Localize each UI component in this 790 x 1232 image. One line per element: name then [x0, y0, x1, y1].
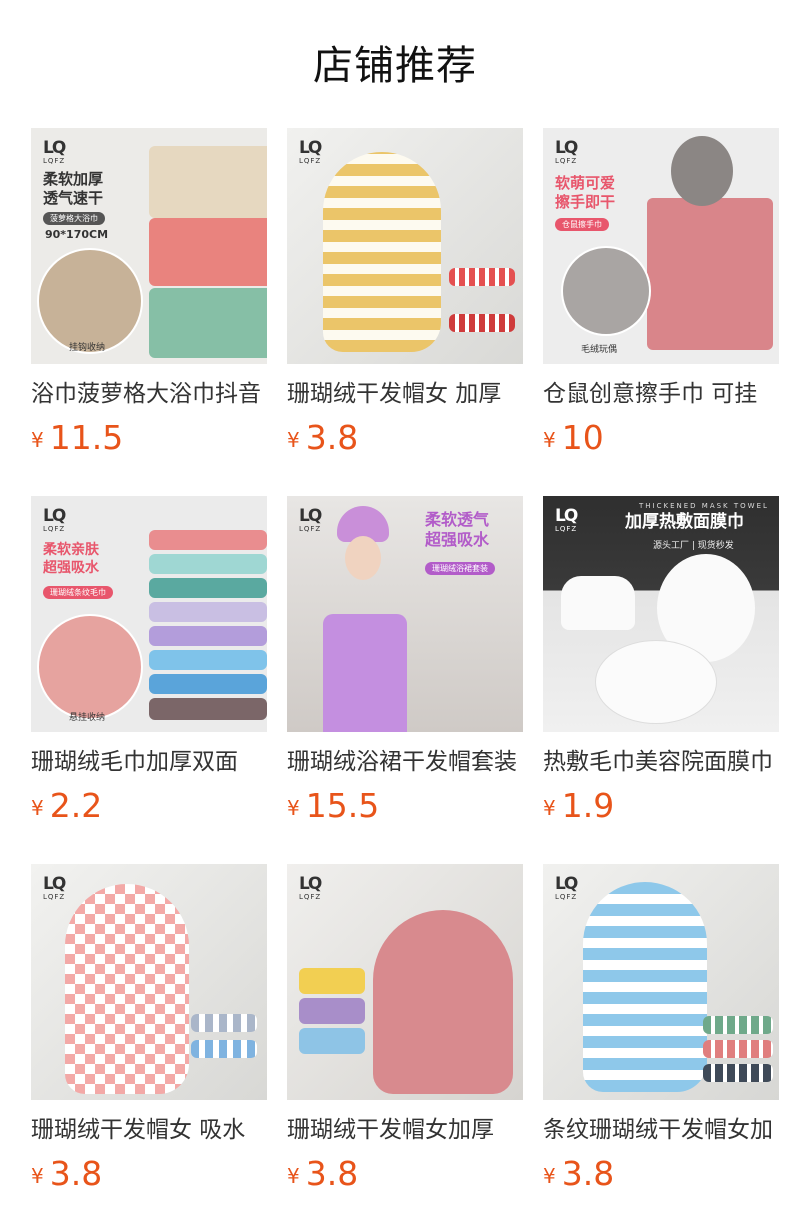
- promo-sub: 源头工厂 | 现货秒发: [653, 541, 734, 551]
- product-name[interactable]: 珊瑚绒浴裙干发帽套装: [287, 746, 523, 778]
- product-card[interactable]: LQ LQFZ 珊瑚绒干发帽女加厚 ¥3.8: [287, 864, 523, 1193]
- detail-circle: [561, 246, 651, 336]
- product-price: ¥15.5: [287, 786, 380, 825]
- promo-headline: 软萌可爱 擦手即干: [555, 174, 616, 211]
- hand-towel-pink: [647, 198, 773, 350]
- product-name[interactable]: 浴巾菠萝格大浴巾抖音: [31, 378, 267, 410]
- product-name[interactable]: 珊瑚绒干发帽女 加厚: [287, 378, 523, 410]
- product-image[interactable]: LQ LQFZ: [287, 128, 523, 364]
- towel-checker: [191, 1014, 257, 1032]
- brand-logo: LQ LQFZ: [43, 874, 66, 902]
- brand-logo: LQ LQFZ: [555, 138, 578, 166]
- product-card[interactable]: LQ LQFZ 柔软加厚 透气速干 菠萝格大浴巾 90*170CM 挂钩收纳 浴巾菠…: [31, 128, 267, 457]
- hair-cap-blue-stripe: [583, 882, 707, 1092]
- image-caption: 悬挂收纳: [69, 713, 106, 723]
- product-name[interactable]: 条纹珊瑚绒干发帽女加: [543, 1114, 779, 1146]
- english-caption: THICKENED MASK TOWEL: [639, 502, 769, 510]
- promo-headline: 柔软亲肤 超强吸水: [43, 542, 99, 576]
- detail-circle: [37, 248, 143, 354]
- towel-stripe: [703, 1016, 773, 1034]
- product-card[interactable]: LQ LQFZ 柔软透气 超强吸水 珊瑚绒浴裙套装 珊瑚绒浴裙干发帽套装 ¥15.5: [287, 496, 523, 825]
- page-title: 店铺推荐: [313, 43, 477, 89]
- towel-stack: [149, 698, 267, 720]
- product-price: ¥3.8: [287, 418, 359, 457]
- product-price: ¥3.8: [31, 1154, 103, 1193]
- brand-logo: LQ LQFZ: [555, 874, 578, 902]
- towel-stack: [149, 578, 267, 598]
- product-image[interactable]: LQ LQFZ 柔软透气 超强吸水 珊瑚绒浴裙套装: [287, 496, 523, 732]
- size-label: 90*170CM: [45, 228, 109, 241]
- product-name[interactable]: 珊瑚绒毛巾加厚双面: [31, 746, 267, 778]
- bath-skirt-purple: [323, 614, 407, 732]
- detail-circle: [37, 614, 143, 720]
- product-image[interactable]: LQ LQFZ: [287, 864, 523, 1100]
- hamster-head: [671, 136, 733, 206]
- towel-stack: [149, 674, 267, 694]
- towel-stack: [149, 530, 267, 550]
- towel-stack: [149, 602, 267, 622]
- towel-green: [149, 288, 267, 358]
- towel-red: [449, 268, 515, 286]
- product-name[interactable]: 珊瑚绒干发帽女加厚: [287, 1114, 523, 1146]
- promo-tag: 珊瑚绒浴裙套装: [425, 562, 495, 575]
- product-card[interactable]: LQ LQFZ THICKENED MASK TOWEL 加厚热敷面膜巾 源头工厂…: [543, 496, 779, 825]
- towel-blue: [299, 1028, 365, 1054]
- promo-headline: 柔软加厚 透气速干: [43, 170, 104, 207]
- product-name[interactable]: 热敷毛巾美容院面膜巾: [543, 746, 779, 778]
- product-card[interactable]: LQ LQFZ 珊瑚绒干发帽女 加厚 ¥3.8: [287, 128, 523, 457]
- towel-yellow: [299, 968, 365, 994]
- product-image[interactable]: LQ LQFZ 柔软亲肤 超强吸水 珊瑚绒条纹毛巾 悬挂收纳: [31, 496, 267, 732]
- towel-stripe: [703, 1040, 773, 1058]
- towel-red: [449, 314, 515, 332]
- hair-cap-pink-checker: [65, 884, 189, 1094]
- brand-logo: LQ LQFZ: [299, 138, 322, 166]
- image-caption: 挂钩收纳: [69, 343, 106, 353]
- product-price: ¥3.8: [543, 1154, 615, 1193]
- model-face: [345, 536, 381, 580]
- towel-beige: [149, 146, 267, 218]
- hair-cap-yellow: [323, 152, 441, 352]
- promo-headline: 加厚热敷面膜巾: [625, 512, 744, 532]
- promo-tag: 菠萝格大浴巾: [43, 212, 105, 225]
- brand-logo: LQ LQFZ: [43, 138, 66, 166]
- product-image[interactable]: LQ LQFZ THICKENED MASK TOWEL 加厚热敷面膜巾 源头工厂…: [543, 496, 779, 732]
- towel-stack: [149, 650, 267, 670]
- brand-logo: LQ LQFZ: [299, 506, 322, 534]
- towel-stripe: [703, 1064, 773, 1082]
- towel-pink: [149, 218, 267, 286]
- product-name[interactable]: 珊瑚绒干发帽女 吸水: [31, 1114, 267, 1146]
- product-price: ¥1.9: [543, 786, 615, 825]
- product-price: ¥11.5: [31, 418, 124, 457]
- promo-tag: 珊瑚绒条纹毛巾: [43, 586, 113, 599]
- hair-cap-pink: [373, 910, 513, 1094]
- brand-logo: LQ LQFZ: [299, 874, 322, 902]
- product-card[interactable]: LQ LQFZ 珊瑚绒干发帽女 吸水 ¥3.8: [31, 864, 267, 1193]
- product-card[interactable]: LQ LQFZ 软萌可爱 擦手即干 仓鼠擦手巾 毛绒玩偶 仓鼠创意擦手巾 可挂 ¥1…: [543, 128, 779, 457]
- product-image[interactable]: LQ LQFZ 柔软加厚 透气速干 菠萝格大浴巾 90*170CM 挂钩收纳: [31, 128, 267, 364]
- brand-logo: LQ LQFZ: [555, 506, 578, 534]
- promo-headline: 柔软透气 超强吸水: [425, 510, 490, 549]
- product-card[interactable]: LQ LQFZ 条纹珊瑚绒干发帽女加 ¥3.8: [543, 864, 779, 1193]
- product-price: ¥3.8: [287, 1154, 359, 1193]
- image-caption: 毛绒玩偶: [581, 345, 618, 355]
- product-card[interactable]: LQ LQFZ 柔软亲肤 超强吸水 珊瑚绒条纹毛巾 悬挂收纳 珊瑚绒毛巾加厚双面 ¥…: [31, 496, 267, 825]
- promo-tag: 仓鼠擦手巾: [555, 218, 609, 231]
- headband-towel: [561, 576, 635, 630]
- towel-stack: [149, 554, 267, 574]
- product-image[interactable]: LQ LQFZ: [31, 864, 267, 1100]
- product-image[interactable]: LQ LQFZ 软萌可爱 擦手即干 仓鼠擦手巾 毛绒玩偶: [543, 128, 779, 364]
- towel-checker: [191, 1040, 257, 1058]
- towel-stack: [149, 626, 267, 646]
- brand-logo: LQ LQFZ: [43, 506, 66, 534]
- round-towel: [595, 640, 717, 724]
- product-image[interactable]: LQ LQFZ: [543, 864, 779, 1100]
- product-price: ¥10: [543, 418, 604, 457]
- towel-purple: [299, 998, 365, 1024]
- product-name[interactable]: 仓鼠创意擦手巾 可挂: [543, 378, 779, 410]
- product-price: ¥2.2: [31, 786, 103, 825]
